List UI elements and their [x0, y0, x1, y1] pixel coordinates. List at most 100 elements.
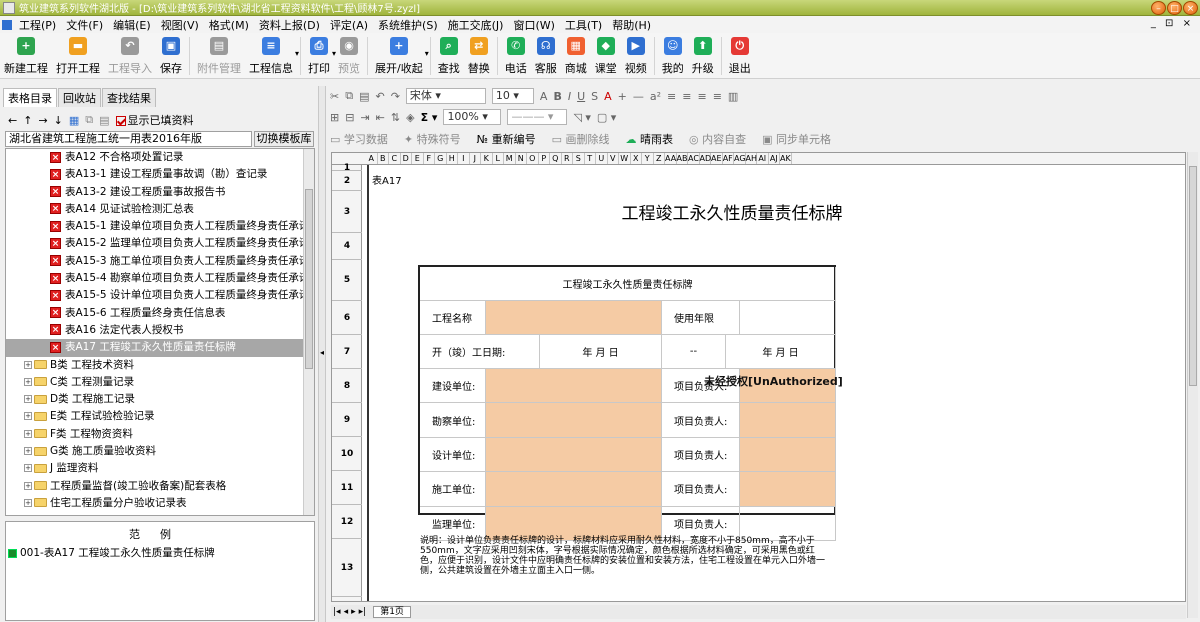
- row-label[interactable]: 5: [332, 260, 362, 301]
- mdi-controls[interactable]: _ ⊡ ×: [1151, 18, 1194, 29]
- toolbar-button-10[interactable]: ⇄ 替换: [464, 37, 494, 77]
- row-label[interactable]: 3: [332, 191, 362, 233]
- column-label[interactable]: W: [619, 153, 631, 164]
- column-label[interactable]: Z: [654, 153, 665, 164]
- align-center-icon[interactable]: ≡: [682, 90, 691, 103]
- tree-item[interactable]: + 住宅工程质量分户验收记录表: [6, 495, 314, 512]
- unit-field[interactable]: [486, 369, 662, 404]
- tree-item[interactable]: × 表A15-4 勘察单位项目负责人工程质量终身责任承诺书: [6, 270, 314, 287]
- next-sheet-icon[interactable]: ▸: [351, 607, 356, 617]
- spreadsheet[interactable]: A B C D E F G H I J K L M N O P Q R S T U V W X Y Z AA AB AC AD AE AF AG…: [331, 152, 1186, 602]
- tree-item[interactable]: + C类 工程测量记录: [6, 374, 314, 391]
- border-icon[interactable]: ▥: [728, 90, 738, 103]
- example-item[interactable]: 001-表A17 工程竣工永久性质量责任标牌: [6, 542, 314, 560]
- tree-item[interactable]: × 表A15-1 建设单位项目负责人工程质量终身责任承诺书: [6, 218, 314, 235]
- tab-recycle[interactable]: 回收站: [58, 88, 101, 107]
- column-label[interactable]: M: [504, 153, 516, 164]
- tool-strike-line[interactable]: ▭ 画删除线: [552, 131, 610, 147]
- tree-item[interactable]: + B类 工程技术资料: [6, 357, 314, 374]
- grid-icon[interactable]: ▦: [69, 114, 79, 127]
- fill-icon[interactable]: ◈: [406, 111, 414, 124]
- line-color-icon[interactable]: ◹ ▾: [573, 111, 590, 124]
- tool-study[interactable]: ▭ 学习数据: [330, 131, 388, 147]
- row-label[interactable]: 9: [332, 403, 362, 437]
- column-label[interactable]: Y: [642, 153, 654, 164]
- sheet-tab-page1[interactable]: 第1页: [373, 606, 411, 618]
- menu-item-4[interactable]: 格式(M): [204, 17, 254, 33]
- menu-item-5[interactable]: 资料上报(D): [254, 17, 325, 33]
- undo-icon[interactable]: ↶: [375, 90, 384, 103]
- subscript-icon[interactable]: —: [633, 90, 644, 103]
- underline-icon[interactable]: U: [577, 90, 585, 103]
- column-label[interactable]: F: [424, 153, 435, 164]
- leader-field[interactable]: [740, 472, 836, 507]
- column-label[interactable]: K: [481, 153, 493, 164]
- sheet-vertical-scrollbar[interactable]: [1187, 152, 1198, 618]
- tree-item[interactable]: × 表A15-3 施工单位项目负责人工程质量终身责任承诺书: [6, 253, 314, 270]
- arrow-up-icon[interactable]: ↑: [23, 114, 32, 127]
- column-label[interactable]: T: [585, 153, 596, 164]
- expand-icon[interactable]: +: [24, 412, 32, 421]
- tree-item[interactable]: × 表A17 工程竣工永久性质量责任标牌: [6, 339, 314, 357]
- sheet-scroll-thumb[interactable]: [1189, 166, 1197, 386]
- tool-sync-cell[interactable]: ▣ 同步单元格: [762, 131, 831, 147]
- menu-item-1[interactable]: 文件(F): [61, 17, 108, 33]
- row-label[interactable]: 12: [332, 505, 362, 539]
- tree-item[interactable]: × 表A15-5 设计单位项目负责人工程质量终身责任承诺书: [6, 287, 314, 304]
- column-label[interactable]: P: [539, 153, 550, 164]
- tree-item[interactable]: + F类 工程物资资料: [6, 426, 314, 443]
- column-label[interactable]: AE: [711, 153, 723, 164]
- toolbar-button-9[interactable]: ⌕ 查找: [434, 37, 464, 77]
- column-label[interactable]: H: [447, 153, 458, 164]
- row-label[interactable]: 2: [332, 171, 362, 191]
- expand-icon[interactable]: +: [24, 498, 32, 507]
- line-style-select[interactable]: ——— ▾: [507, 109, 568, 125]
- row-label[interactable]: 10: [332, 437, 362, 471]
- last-sheet-icon[interactable]: ▸|: [359, 607, 367, 617]
- unit-field[interactable]: [486, 437, 662, 473]
- row-insert-icon[interactable]: ⇥: [360, 111, 369, 124]
- menu-item-2[interactable]: 编辑(E): [108, 17, 156, 33]
- menu-item-11[interactable]: 帮助(H): [607, 17, 656, 33]
- bold-icon[interactable]: B: [553, 90, 561, 103]
- col-insert-icon[interactable]: ⇤: [376, 111, 385, 124]
- column-label[interactable]: X: [631, 153, 642, 164]
- expand-icon[interactable]: +: [24, 360, 32, 369]
- superscript-icon[interactable]: +: [618, 90, 627, 103]
- menu-item-8[interactable]: 施工交底(J): [443, 17, 509, 33]
- prev-sheet-icon[interactable]: ◂: [344, 607, 349, 617]
- copy-icon[interactable]: ⧉: [85, 113, 93, 127]
- arrow-down-icon[interactable]: ↓: [54, 114, 63, 127]
- tree-item[interactable]: × 表A15-2 监理单位项目负责人工程质量终身责任承诺书: [6, 235, 314, 252]
- menu-item-10[interactable]: 工具(T): [560, 17, 607, 33]
- chevron-down-icon[interactable]: ▾: [425, 49, 429, 58]
- toolbar-button-7[interactable]: ◉ 预览: [334, 37, 364, 77]
- close-icon[interactable]: ×: [1183, 1, 1198, 15]
- tool-weather[interactable]: ☁ 晴雨表: [625, 131, 673, 147]
- toolbar-button-6[interactable]: ⎙ 打印 ▾: [304, 37, 336, 77]
- service-life-field[interactable]: [740, 301, 836, 335]
- unit-field[interactable]: [486, 403, 662, 438]
- leader-field[interactable]: [740, 437, 836, 473]
- tab-search-results[interactable]: 查找结果: [102, 88, 156, 107]
- align-left-icon[interactable]: ≡: [667, 90, 676, 103]
- column-label[interactable]: J: [470, 153, 481, 164]
- list-icon[interactable]: ▤: [99, 114, 109, 127]
- tree-item[interactable]: × 表A14 见证试验检测汇总表: [6, 201, 314, 218]
- toolbar-button-4[interactable]: ▤ 附件管理: [193, 37, 245, 77]
- tree-item[interactable]: + D类 工程施工记录: [6, 391, 314, 408]
- column-label[interactable]: L: [493, 153, 504, 164]
- toolbar-button-17[interactable]: ⬆ 升级: [688, 37, 718, 77]
- toolbar-button-12[interactable]: ☊ 客服: [531, 37, 561, 77]
- tree-item[interactable]: + J 监理资料: [6, 460, 314, 477]
- toolbar-button-1[interactable]: ▬ 打开工程: [52, 37, 104, 77]
- menu-item-9[interactable]: 窗口(W): [508, 17, 559, 33]
- first-sheet-icon[interactable]: |◂: [333, 607, 341, 617]
- copy-icon[interactable]: ⧉: [345, 89, 353, 103]
- row-label[interactable]: 13: [332, 539, 362, 597]
- tab-catalog[interactable]: 表格目录: [3, 88, 57, 107]
- toolbar-button-14[interactable]: ◆ 课堂: [591, 37, 621, 77]
- column-label[interactable]: AG: [734, 153, 746, 164]
- arrow-left-icon[interactable]: ←: [8, 114, 17, 127]
- leader-field[interactable]: [740, 403, 836, 438]
